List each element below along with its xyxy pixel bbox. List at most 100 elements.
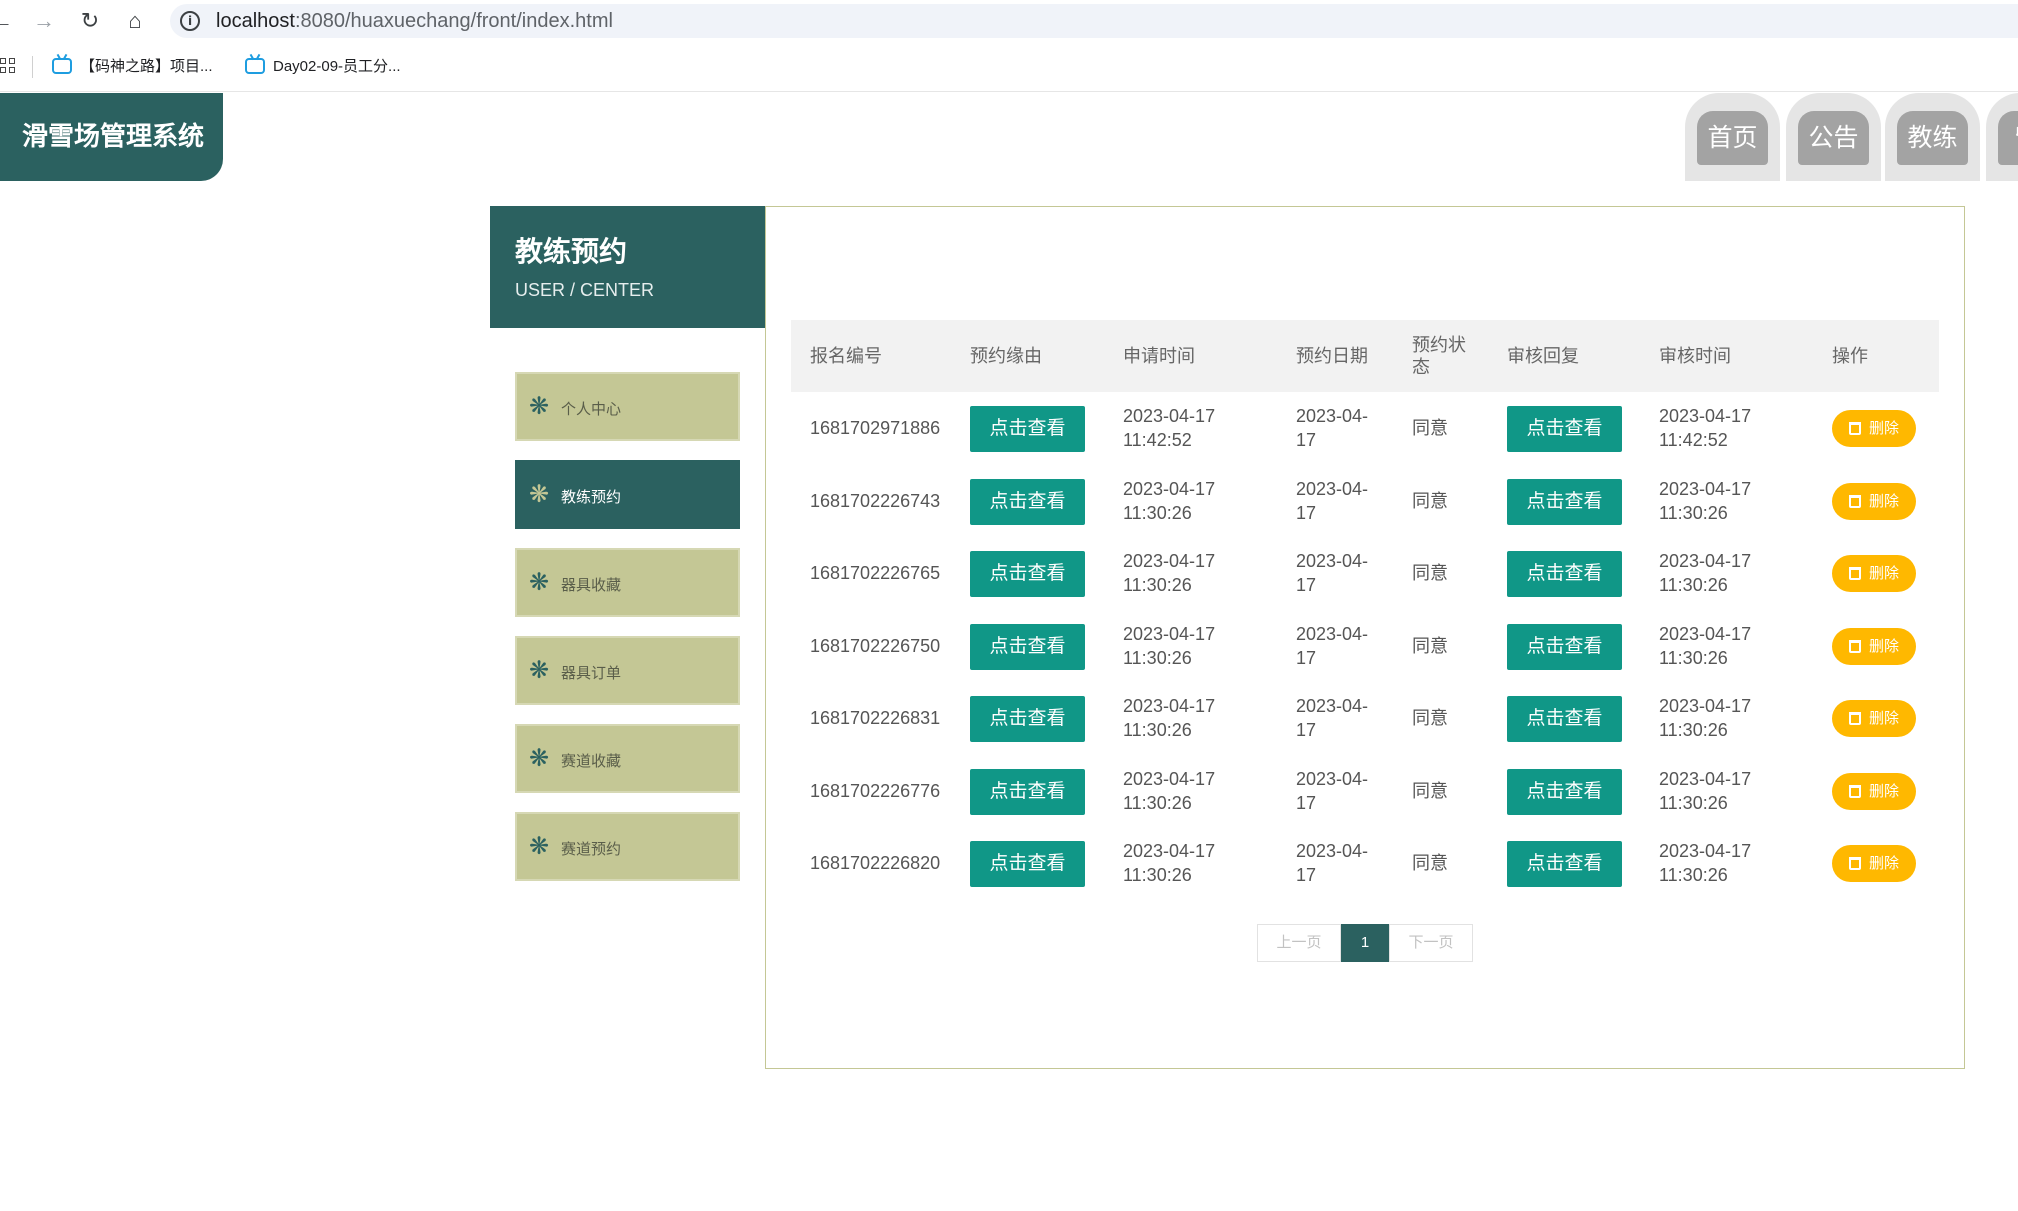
page-number-button[interactable]: 1 bbox=[1341, 924, 1389, 962]
sidebar-item-track-booking[interactable]: ❋ 赛道预约 bbox=[515, 812, 740, 881]
snowflake-icon: ❋ bbox=[529, 568, 550, 596]
sidebar-subtitle: USER / CENTER bbox=[515, 280, 655, 300]
booking-date-cell: 2023-04-17 bbox=[1296, 841, 1369, 885]
nav-message[interactable]: 留 bbox=[1986, 93, 2018, 181]
snowflake-icon: ❋ bbox=[529, 480, 550, 508]
review-time-cell: 2023-04-17 11:30:26 bbox=[1659, 768, 1752, 813]
site-logo[interactable]: 滑雪场管理系统 bbox=[0, 93, 223, 181]
booking-id-cell: 1681702226750 bbox=[810, 635, 941, 656]
site-info-icon[interactable]: i bbox=[180, 11, 200, 31]
view-reply-button[interactable]: 点击查看 bbox=[1507, 406, 1622, 452]
bookmark-item[interactable]: 【码神之路】项目... bbox=[52, 54, 213, 80]
sidebar-item-track-favorites[interactable]: ❋ 赛道收藏 bbox=[515, 724, 740, 793]
status-cell: 同意 bbox=[1412, 635, 1448, 656]
apps-grid-icon[interactable] bbox=[0, 58, 16, 76]
sidebar-item-label: 赛道预约 bbox=[561, 841, 622, 858]
view-reply-button[interactable]: 点击查看 bbox=[1507, 478, 1622, 525]
url-text[interactable]: localhost:8080/huaxuechang/front/index.h… bbox=[216, 10, 613, 33]
sidebar-item-coach-booking[interactable]: ❋ 教练预约 bbox=[515, 460, 740, 529]
nav-message-label: 留 bbox=[1998, 111, 2018, 165]
view-reply-button[interactable]: 点击查看 bbox=[1507, 551, 1622, 597]
delete-button[interactable]: 删除 bbox=[1832, 700, 1916, 737]
table-row: 1681702226831 点击查看 2023-04-17 11:30:26 2023… bbox=[791, 682, 1939, 754]
snowflake-icon: ❋ bbox=[529, 832, 550, 860]
sidebar-item-personal-center[interactable]: ❋ 个人中心 bbox=[515, 372, 740, 441]
apply-time-cell: 2023-04-17 11:30:26 bbox=[1123, 623, 1216, 668]
view-reply-button[interactable]: 点击查看 bbox=[1507, 768, 1622, 815]
col-header: 预约状态 bbox=[1412, 335, 1466, 377]
view-reply-button[interactable]: 点击查看 bbox=[1507, 841, 1622, 887]
reload-icon[interactable]: ↻ bbox=[74, 6, 106, 36]
booking-id-cell: 1681702226776 bbox=[810, 780, 941, 801]
view-reason-button[interactable]: 点击查看 bbox=[970, 768, 1085, 815]
bookmark-label: Day02-09-员工分... bbox=[273, 58, 401, 75]
apply-time-cell: 2023-04-17 11:30:26 bbox=[1123, 696, 1216, 740]
table-row: 1681702226820 点击查看 2023-04-17 11:30:26 2023… bbox=[791, 827, 1939, 899]
bookmark-item[interactable]: Day02-09-员工分... bbox=[245, 54, 401, 80]
col-header: 审核时间 bbox=[1659, 346, 1731, 366]
booking-date-cell: 2023-04-17 bbox=[1296, 623, 1369, 668]
view-reason-button[interactable]: 点击查看 bbox=[970, 406, 1085, 452]
nav-home[interactable]: 首页 bbox=[1685, 93, 1780, 181]
sidebar-item-equipment-orders[interactable]: ❋ 器具订单 bbox=[515, 636, 740, 705]
delete-button[interactable]: 删除 bbox=[1832, 410, 1916, 447]
view-reply-button[interactable]: 点击查看 bbox=[1507, 696, 1622, 742]
view-reason-button[interactable]: 点击查看 bbox=[970, 551, 1085, 597]
sidebar-item-label: 赛道收藏 bbox=[561, 753, 622, 770]
booking-date-cell: 2023-04-17 bbox=[1296, 406, 1369, 450]
delete-button[interactable]: 删除 bbox=[1832, 627, 1916, 665]
booking-id-cell: 1681702971886 bbox=[810, 418, 941, 438]
delete-button[interactable]: 删除 bbox=[1832, 845, 1916, 882]
table-row: 1681702226776 点击查看 2023-04-17 11:30:26 2023… bbox=[791, 755, 1939, 827]
nav-notice[interactable]: 公告 bbox=[1786, 93, 1881, 181]
view-reason-button[interactable]: 点击查看 bbox=[970, 841, 1085, 887]
status-cell: 同意 bbox=[1412, 780, 1448, 801]
delete-label: 删除 bbox=[1868, 782, 1899, 800]
forward-icon[interactable]: → bbox=[28, 6, 60, 36]
status-cell: 同意 bbox=[1412, 853, 1448, 873]
browser-toolbar: ← → ↻ ⌂ i localhost:8080/huaxuechang/fro… bbox=[0, 0, 2018, 42]
table-row: 1681702971886 点击查看 2023-04-17 11:42:52 2023… bbox=[791, 392, 1939, 464]
delete-button[interactable]: 删除 bbox=[1832, 555, 1916, 592]
bilibili-icon bbox=[245, 58, 265, 74]
sidebar-item-label: 个人中心 bbox=[561, 401, 622, 418]
sidebar-item-equipment-favorites[interactable]: ❋ 器具收藏 bbox=[515, 548, 740, 617]
trash-icon bbox=[1848, 567, 1861, 580]
delete-button[interactable]: 删除 bbox=[1832, 772, 1916, 810]
status-cell: 同意 bbox=[1412, 708, 1448, 728]
nav-coach[interactable]: 教练 bbox=[1885, 93, 1980, 181]
status-cell: 同意 bbox=[1412, 490, 1448, 511]
view-reply-button[interactable]: 点击查看 bbox=[1507, 623, 1622, 670]
status-cell: 同意 bbox=[1412, 418, 1448, 438]
booking-id-cell: 1681702226820 bbox=[810, 853, 941, 873]
snowflake-icon: ❋ bbox=[529, 744, 550, 772]
apply-time-cell: 2023-04-17 11:30:26 bbox=[1123, 841, 1216, 885]
view-reason-button[interactable]: 点击查看 bbox=[970, 696, 1085, 742]
booking-date-cell: 2023-04-17 bbox=[1296, 768, 1369, 813]
trash-icon bbox=[1848, 857, 1861, 870]
table-row: 1681702226765 点击查看 2023-04-17 11:30:26 2023… bbox=[791, 537, 1939, 609]
next-page-button[interactable]: 下一页 bbox=[1389, 924, 1473, 962]
sidebar-title: 教练预约 bbox=[515, 236, 628, 267]
review-time-cell: 2023-04-17 11:30:26 bbox=[1659, 478, 1752, 523]
back-icon[interactable]: ← bbox=[0, 6, 18, 36]
booking-date-cell: 2023-04-17 bbox=[1296, 478, 1369, 523]
snowflake-icon: ❋ bbox=[529, 392, 550, 420]
delete-label: 删除 bbox=[1868, 492, 1899, 510]
home-icon[interactable]: ⌂ bbox=[119, 6, 151, 36]
delete-button[interactable]: 删除 bbox=[1832, 482, 1916, 520]
apply-time-cell: 2023-04-17 11:30:26 bbox=[1123, 551, 1216, 595]
booking-date-cell: 2023-04-17 bbox=[1296, 551, 1369, 595]
table-row: 1681702226743 点击查看 2023-04-17 11:30:26 2023… bbox=[791, 465, 1939, 537]
view-reason-button[interactable]: 点击查看 bbox=[970, 478, 1085, 525]
col-header: 预约缘由 bbox=[970, 346, 1042, 366]
booking-id-cell: 1681702226765 bbox=[810, 563, 941, 583]
review-time-cell: 2023-04-17 11:30:26 bbox=[1659, 841, 1752, 885]
url-path: :8080/huaxuechang/front/index.html bbox=[294, 10, 613, 32]
table-header: 报名编号 预约缘由 申请时间 预约日期 预约状态 审核回复 审核时间 操作 bbox=[791, 320, 1939, 392]
table-row: 1681702226750 点击查看 2023-04-17 11:30:26 2023… bbox=[791, 610, 1939, 682]
prev-page-button[interactable]: 上一页 bbox=[1257, 924, 1341, 962]
view-reason-button[interactable]: 点击查看 bbox=[970, 623, 1085, 670]
address-bar[interactable]: i localhost:8080/huaxuechang/front/index… bbox=[170, 4, 2018, 38]
apply-time-cell: 2023-04-17 11:42:52 bbox=[1123, 406, 1216, 450]
